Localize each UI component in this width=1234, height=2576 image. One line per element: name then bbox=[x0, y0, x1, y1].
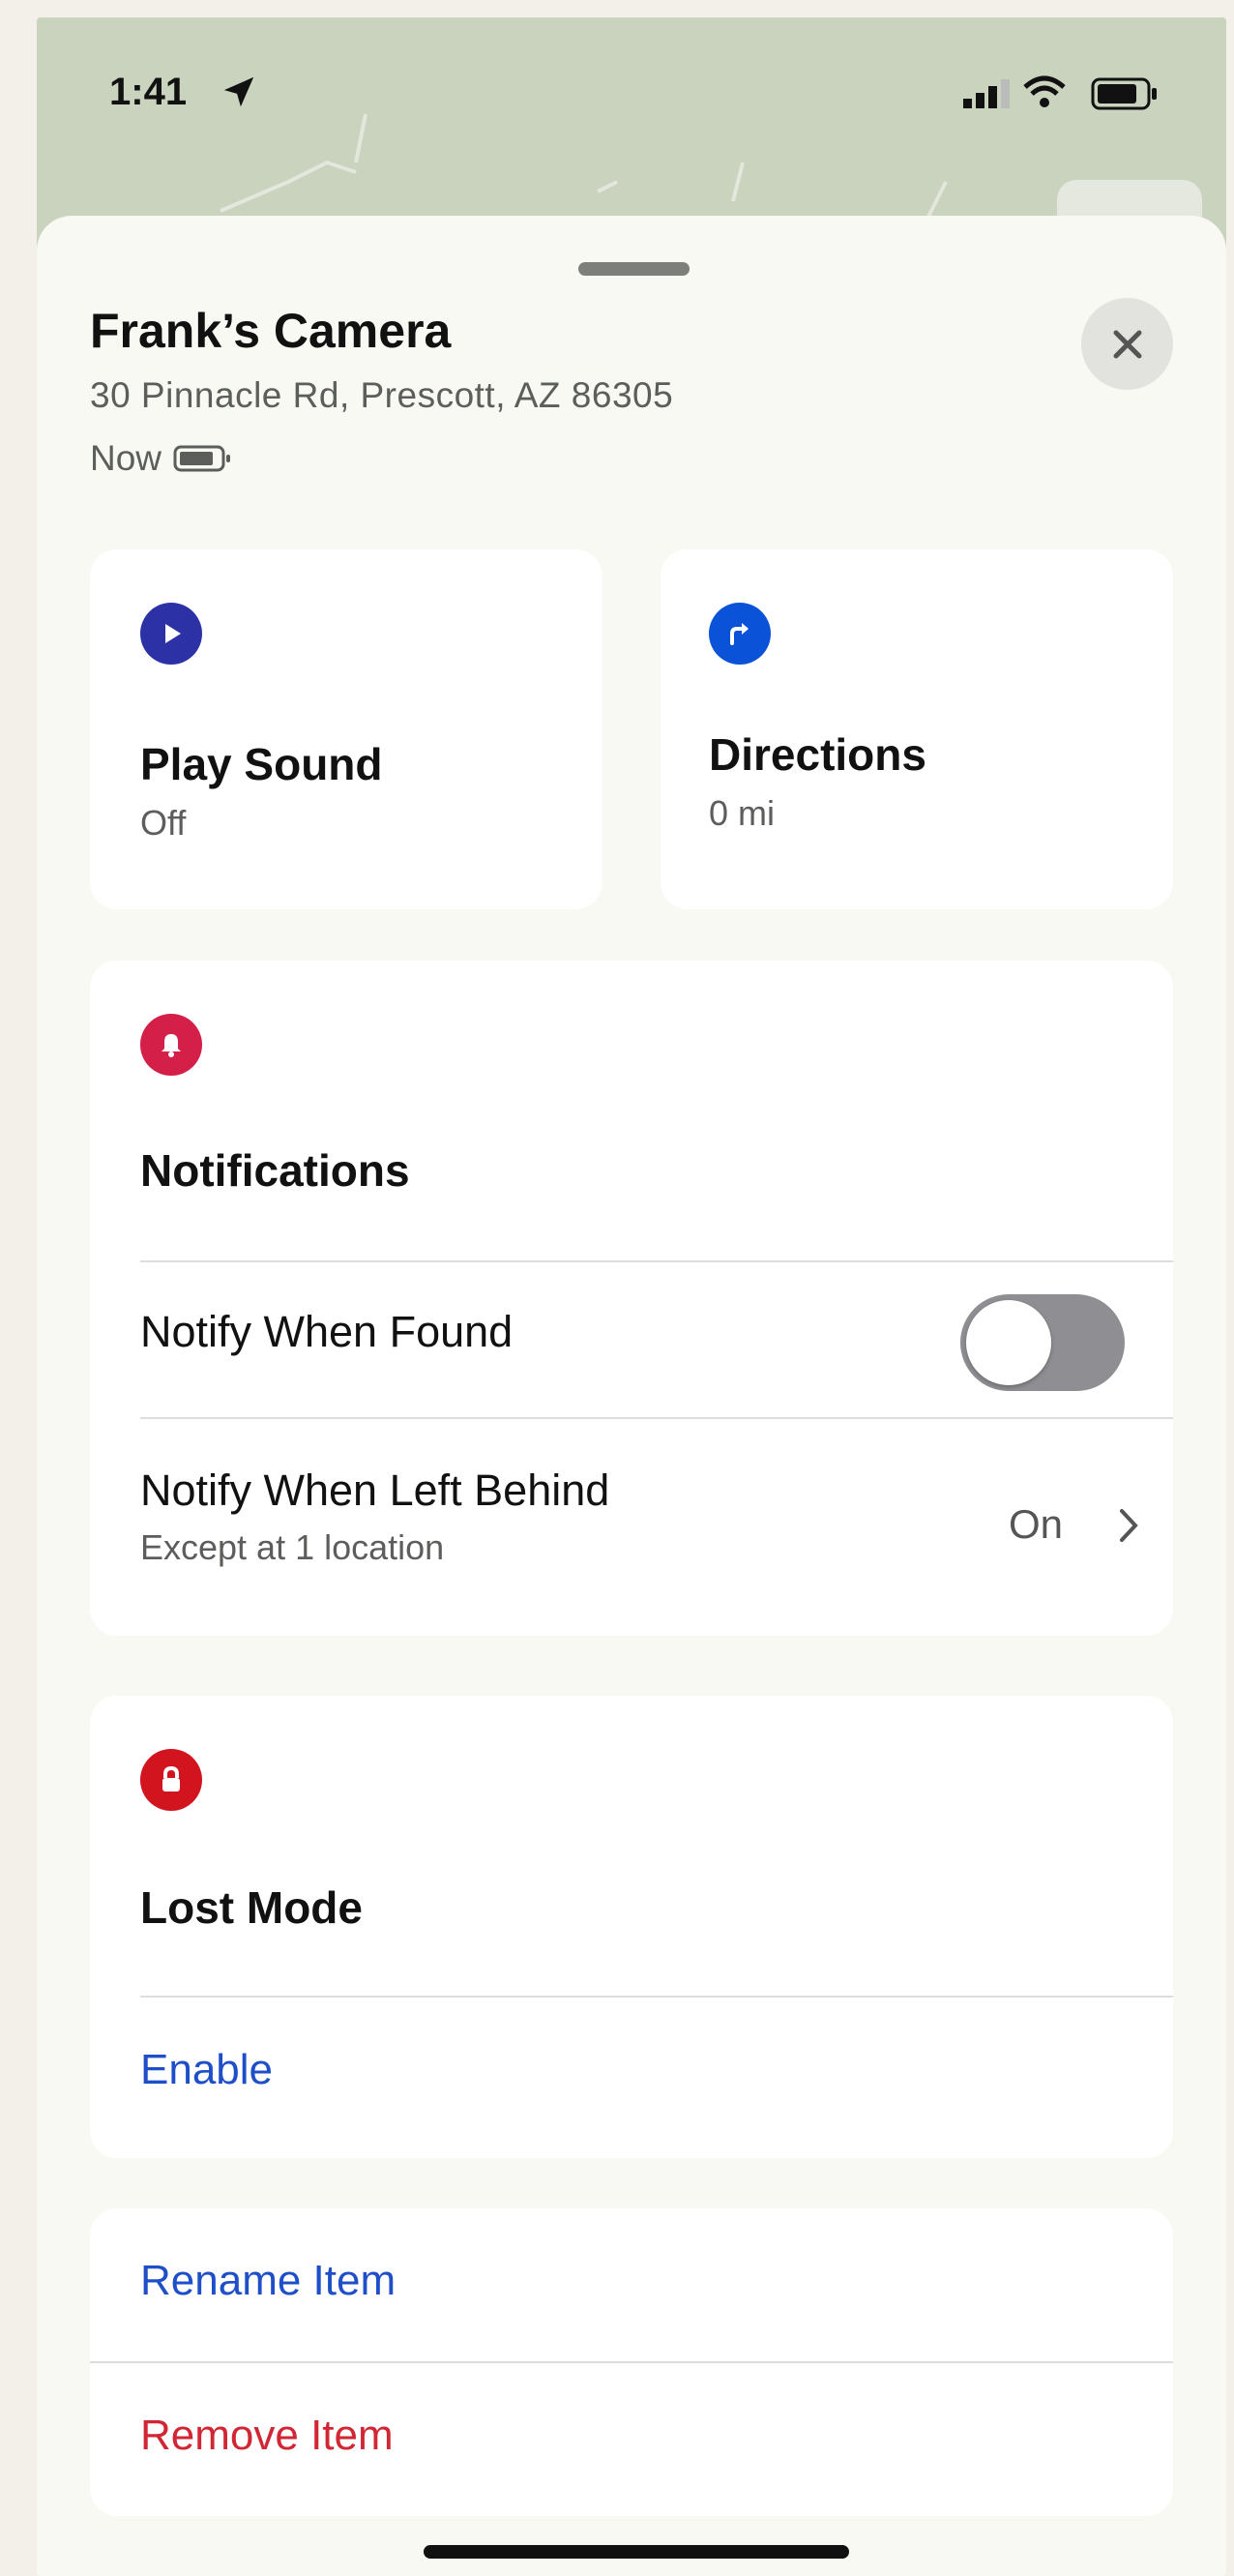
item-address: 30 Pinnacle Rd, Prescott, AZ 86305 bbox=[90, 375, 674, 415]
divider bbox=[90, 2361, 1173, 2363]
battery-icon bbox=[1091, 77, 1157, 110]
phone-screen: 1:41 Frank’s Camera 30 Pinnacle Rd, Pres… bbox=[37, 17, 1226, 2576]
battery-icon bbox=[173, 445, 231, 472]
status-bar: 1:41 bbox=[37, 17, 1226, 211]
sheet-grabber[interactable] bbox=[578, 262, 690, 276]
close-button[interactable] bbox=[1081, 298, 1173, 390]
notify-when-left-behind-value: On bbox=[1009, 1501, 1064, 1547]
remove-item-button[interactable]: Remove Item bbox=[140, 2412, 394, 2460]
lock-icon bbox=[140, 1749, 202, 1811]
item-title: Frank’s Camera bbox=[90, 304, 452, 358]
lost-mode-card: Lost Mode Enable bbox=[90, 1696, 1173, 2158]
rename-item-button[interactable]: Rename Item bbox=[140, 2257, 396, 2305]
turn-right-arrow-icon bbox=[709, 603, 771, 665]
toggle-knob bbox=[966, 1300, 1051, 1385]
cellular-signal-icon bbox=[963, 79, 1010, 108]
play-sound-label: Play Sound bbox=[140, 739, 383, 789]
play-sound-card[interactable]: Play Sound Off bbox=[90, 549, 602, 909]
item-actions-card: Rename Item Remove Item bbox=[90, 2208, 1173, 2516]
notify-when-left-behind-sublabel: Except at 1 location bbox=[140, 1527, 445, 1567]
notify-when-found-label: Notify When Found bbox=[140, 1307, 514, 1356]
notifications-heading: Notifications bbox=[140, 1145, 410, 1196]
location-arrow-icon bbox=[223, 76, 254, 107]
enable-lost-mode-button[interactable]: Enable bbox=[140, 2046, 273, 2094]
divider bbox=[140, 1260, 1173, 1262]
directions-distance: 0 mi bbox=[709, 793, 776, 833]
wifi-icon bbox=[1023, 75, 1066, 107]
lost-mode-heading: Lost Mode bbox=[140, 1882, 363, 1933]
last-seen-text: Now bbox=[90, 438, 162, 478]
play-sound-status: Off bbox=[140, 803, 187, 843]
notifications-card: Notifications Notify When Found Notify W… bbox=[90, 961, 1173, 1636]
last-seen-row: Now bbox=[90, 438, 233, 479]
directions-card[interactable]: Directions 0 mi bbox=[661, 549, 1173, 909]
close-icon bbox=[1113, 330, 1141, 358]
chevron-right-icon bbox=[1120, 1509, 1138, 1542]
notify-when-found-toggle[interactable] bbox=[960, 1294, 1125, 1391]
play-icon bbox=[140, 603, 202, 665]
status-time: 1:41 bbox=[109, 71, 188, 113]
item-detail-sheet: Frank’s Camera 30 Pinnacle Rd, Prescott,… bbox=[37, 216, 1226, 2576]
bell-icon bbox=[140, 1014, 202, 1076]
notify-when-left-behind-row[interactable]: Notify When Left Behind Except at 1 loca… bbox=[90, 1419, 1173, 1613]
home-indicator bbox=[424, 2545, 849, 2559]
directions-label: Directions bbox=[709, 729, 926, 780]
notify-when-left-behind-label: Notify When Left Behind bbox=[140, 1466, 610, 1515]
divider bbox=[140, 1996, 1173, 1998]
